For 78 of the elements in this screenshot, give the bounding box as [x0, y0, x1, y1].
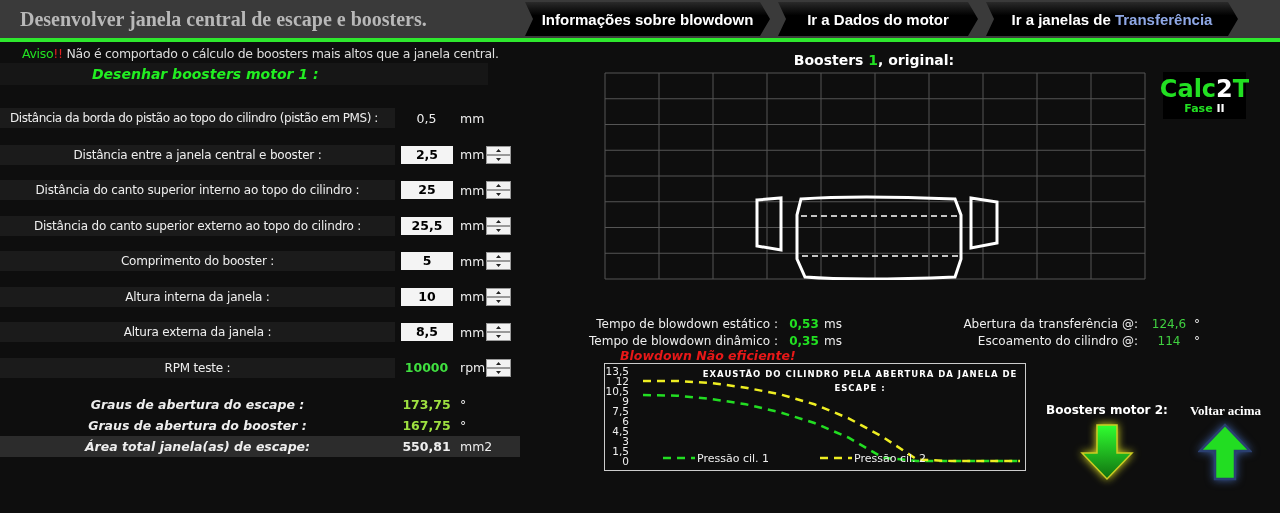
axis-tick-label: 13,5 — [605, 365, 629, 377]
unit-text: mm2 — [459, 438, 494, 454]
unit-text: ms — [824, 333, 843, 348]
axis-tick-label: 1,5 — [612, 445, 629, 457]
spinner-button[interactable] — [486, 181, 511, 200]
result-value: 550,81 — [401, 438, 452, 454]
value-text: 0,5 — [415, 110, 438, 126]
legend-item: Pressão cil. 1 — [663, 452, 770, 465]
arrow-label: Voltar acima — [1189, 403, 1261, 419]
result-label: Graus de abertura do escape : — [89, 396, 306, 412]
legend-label: Pressão cil. 1 — [697, 452, 770, 465]
result-label: Área total janela(as) de escape: — [83, 438, 312, 454]
result-value: 167,75 — [401, 417, 452, 433]
unit-text: rpm — [459, 360, 486, 376]
info-label: Tempo de blowdown estático : — [595, 316, 779, 331]
value-field[interactable]: 25 — [401, 181, 453, 200]
unit-text: ° — [459, 396, 468, 412]
info-label: Abertura da transferência @: — [962, 316, 1139, 331]
value-field[interactable]: 5 — [401, 252, 453, 271]
value-field[interactable]: 10 — [401, 287, 453, 306]
spinner-button[interactable] — [486, 358, 511, 377]
nav-button[interactable]: Ir a janelas de Transferência — [986, 2, 1238, 36]
arrow-label: Boosters motor 2: — [1046, 403, 1168, 419]
unit-text: ms — [824, 316, 843, 331]
info-value: 0,53 — [788, 316, 820, 331]
unit-text: mm — [459, 182, 486, 198]
axis-tick-label: 3 — [622, 435, 629, 447]
status-text: Blowdown Não eficiente! — [620, 349, 796, 363]
axis-tick-label: 4,5 — [612, 425, 629, 437]
value-field[interactable]: 8,5 — [401, 323, 453, 342]
field-label: Altura interna da janela : — [0, 286, 395, 307]
logo-subtitle: Fase II — [1184, 102, 1225, 115]
field-label: Comprimento do booster : — [0, 251, 395, 272]
info-label: Tempo de blowdown dinâmico : — [588, 333, 779, 348]
unit-text: mm — [459, 218, 486, 234]
warning-text: Aviso!! Não é comportado o cálculo de boosters mais altos que a janela central. — [21, 45, 500, 63]
preview-title: Boosters 1, original: — [792, 52, 956, 70]
field-label: RPM teste : — [0, 357, 395, 378]
spinner-button[interactable] — [486, 145, 511, 164]
spinner-button[interactable] — [486, 216, 511, 235]
axis-tick-label: 7,5 — [612, 405, 629, 417]
axis-tick-label: 10,5 — [605, 385, 629, 397]
axis-tick-label: 0 — [622, 455, 629, 467]
info-value: 114 — [1156, 333, 1182, 348]
field-label: Distância entre a janela central e booster : — [0, 144, 395, 165]
field-label: Altura externa da janela : — [0, 322, 395, 343]
unit-text: ° — [1194, 316, 1201, 331]
unit-text: mm — [459, 324, 486, 340]
value-text: 10000 — [403, 360, 450, 376]
nav-button[interactable]: Informações sobre blowdown — [525, 2, 770, 36]
unit-text: mm — [459, 147, 486, 163]
info-label: Escoamento do cilindro @: — [976, 333, 1139, 348]
unit-text: mm — [459, 110, 486, 126]
field-label: Distância da borda do pistão ao topo do cilindro (pistão em PMS) : — [0, 108, 395, 128]
unit-text: ° — [459, 417, 468, 433]
spinner-button[interactable] — [486, 287, 511, 306]
logo-text: Calc2T — [1159, 76, 1250, 102]
down-arrow-icon[interactable] — [1079, 423, 1134, 483]
result-value: 173,75 — [401, 396, 452, 412]
unit-text: ° — [1194, 333, 1201, 348]
unit-text: mm — [459, 289, 486, 305]
axis-tick-label: 12 — [615, 375, 629, 387]
field-label: Distância do canto superior externo ao topo do cilindro : — [0, 215, 395, 236]
value-field[interactable]: 2,5 — [401, 145, 453, 164]
result-label: Graus de abertura do booster : — [87, 417, 308, 433]
chart-title: EXAUSTÃO DO CILINDRO PELA ABERTURA DA JANELA DE ESCAPE : — [701, 368, 1019, 395]
value-field[interactable]: 25,5 — [401, 216, 453, 235]
page-title: Desenvolver janela central de escape e boosters. — [20, 7, 428, 31]
unit-text: mm — [459, 253, 486, 269]
nav-button[interactable]: Ir a Dados do motor — [778, 2, 978, 36]
section-title: Desenhar boosters motor 1 : — [0, 63, 488, 85]
spinner-button[interactable] — [486, 252, 511, 271]
spinner-button[interactable] — [486, 323, 511, 342]
info-value: 124,6 — [1150, 316, 1188, 331]
info-value: 0,35 — [788, 333, 820, 348]
field-label: Distância do canto superior interno ao topo do cilindro : — [0, 180, 395, 201]
axis-tick-label: 6 — [622, 415, 629, 427]
axis-tick-label: 9 — [622, 395, 629, 407]
